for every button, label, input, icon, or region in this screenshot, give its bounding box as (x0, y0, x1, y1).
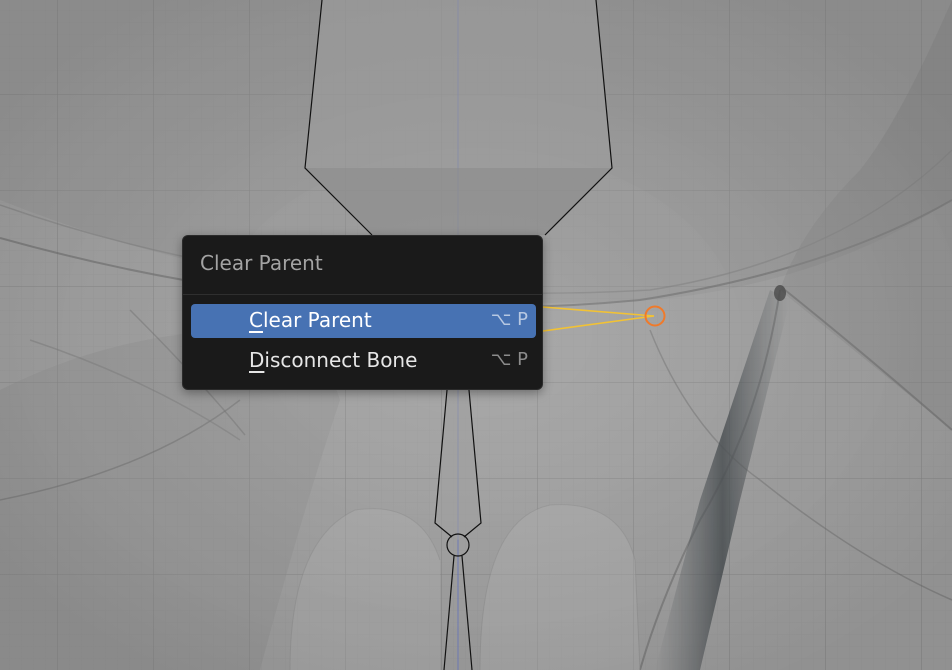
menu-title: Clear Parent (200, 251, 323, 275)
clear-parent-menu: Clear Parent Clear Parent ⌥ P Disconnect… (182, 235, 543, 390)
upper-bone[interactable] (304, 0, 613, 236)
menu-item-shortcut: ⌥ P (490, 309, 528, 330)
menu-item-shortcut: ⌥ P (490, 349, 528, 370)
menu-item-accelerator: D (249, 348, 265, 372)
menu-item-label-rest: isconnect Bone (264, 348, 418, 372)
menu-item-label: Clear Parent (249, 308, 372, 332)
menu-item-label: Disconnect Bone (249, 348, 417, 372)
menu-item-accelerator: C (249, 308, 263, 332)
menu-item-label-rest: lear Parent (262, 308, 372, 332)
menu-separator (183, 294, 542, 295)
menu-item-disconnect-bone[interactable]: Disconnect Bone ⌥ P (191, 344, 536, 378)
menu-item-clear-parent[interactable]: Clear Parent ⌥ P (191, 304, 536, 338)
